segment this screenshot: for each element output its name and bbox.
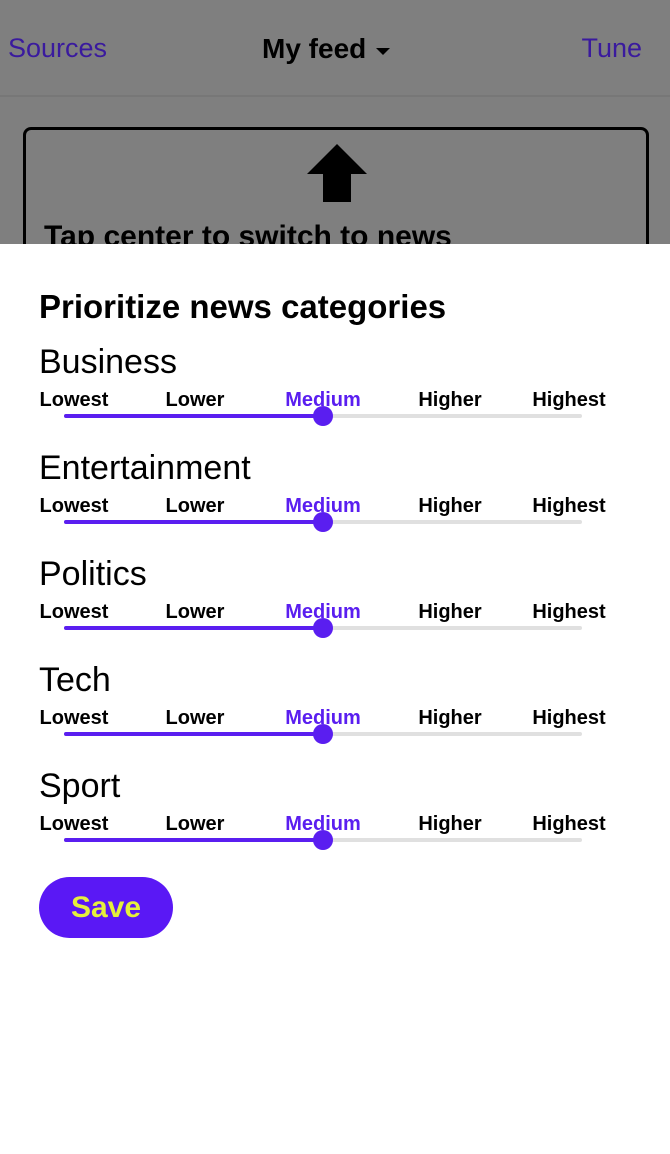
arrow-up-icon bbox=[307, 144, 367, 202]
level-label-higher[interactable]: Higher bbox=[418, 813, 481, 836]
priority-bottom-sheet: Prioritize news categories Business Lowes… bbox=[0, 244, 670, 1154]
category-name: Tech bbox=[39, 661, 111, 699]
level-label-lowest[interactable]: Lowest bbox=[40, 495, 109, 518]
level-label-highest[interactable]: Highest bbox=[532, 707, 605, 730]
sheet-heading: Prioritize news categories bbox=[39, 288, 447, 325]
top-app-bar: Sources My feed Tune bbox=[0, 0, 670, 97]
slider-fill bbox=[64, 414, 323, 418]
feed-selector[interactable]: My feed bbox=[262, 33, 391, 65]
category-name: Business bbox=[39, 343, 177, 381]
category-name: Politics bbox=[39, 555, 147, 593]
level-label-highest[interactable]: Highest bbox=[532, 813, 605, 836]
category-tech: Tech Lowest Lower Medium Higher Highest bbox=[0, 661, 670, 767]
slider-thumb[interactable] bbox=[313, 512, 333, 532]
level-label-lowest[interactable]: Lowest bbox=[40, 389, 109, 412]
category-politics: Politics Lowest Lower Medium Higher Highest bbox=[0, 555, 670, 661]
level-label-highest[interactable]: Highest bbox=[532, 601, 605, 624]
level-label-lower[interactable]: Lower bbox=[166, 707, 225, 730]
category-name: Sport bbox=[39, 767, 121, 805]
category-sport: Sport Lowest Lower Medium Higher Highest bbox=[0, 767, 670, 873]
level-label-lowest[interactable]: Lowest bbox=[40, 813, 109, 836]
feed-title: My feed bbox=[262, 33, 367, 64]
level-label-higher[interactable]: Higher bbox=[418, 389, 481, 412]
tune-link[interactable]: Tune bbox=[581, 33, 642, 64]
level-label-higher[interactable]: Higher bbox=[418, 707, 481, 730]
slider-thumb[interactable] bbox=[313, 724, 333, 744]
slider-fill bbox=[64, 838, 323, 842]
background-content: Tap center to switch to news bbox=[0, 97, 670, 244]
caret-down-icon bbox=[376, 47, 391, 55]
slider-fill bbox=[64, 520, 323, 524]
level-label-lowest[interactable]: Lowest bbox=[40, 707, 109, 730]
save-button[interactable]: Save bbox=[39, 877, 173, 938]
priority-slider[interactable] bbox=[64, 830, 582, 850]
slider-fill bbox=[64, 732, 323, 736]
level-label-higher[interactable]: Higher bbox=[418, 495, 481, 518]
slider-fill bbox=[64, 626, 323, 630]
slider-thumb[interactable] bbox=[313, 406, 333, 426]
level-label-higher[interactable]: Higher bbox=[418, 601, 481, 624]
level-label-highest[interactable]: Highest bbox=[532, 389, 605, 412]
category-business: Business Lowest Lower Medium Higher Highest bbox=[0, 343, 670, 449]
level-label-lower[interactable]: Lower bbox=[166, 813, 225, 836]
level-label-lower[interactable]: Lower bbox=[166, 601, 225, 624]
category-entertainment: Entertainment Lowest Lower Medium Higher High… bbox=[0, 449, 670, 555]
hint-card: Tap center to switch to news bbox=[23, 127, 649, 244]
hint-text: Tap center to switch to news bbox=[44, 220, 452, 244]
sources-link[interactable]: Sources bbox=[8, 33, 107, 64]
level-label-lower[interactable]: Lower bbox=[166, 495, 225, 518]
priority-slider[interactable] bbox=[64, 618, 582, 638]
level-label-lower[interactable]: Lower bbox=[166, 389, 225, 412]
slider-thumb[interactable] bbox=[313, 830, 333, 850]
priority-slider[interactable] bbox=[64, 724, 582, 744]
priority-slider[interactable] bbox=[64, 512, 582, 532]
level-label-lowest[interactable]: Lowest bbox=[40, 601, 109, 624]
category-name: Entertainment bbox=[39, 449, 251, 487]
priority-slider[interactable] bbox=[64, 406, 582, 426]
level-label-highest[interactable]: Highest bbox=[532, 495, 605, 518]
slider-thumb[interactable] bbox=[313, 618, 333, 638]
